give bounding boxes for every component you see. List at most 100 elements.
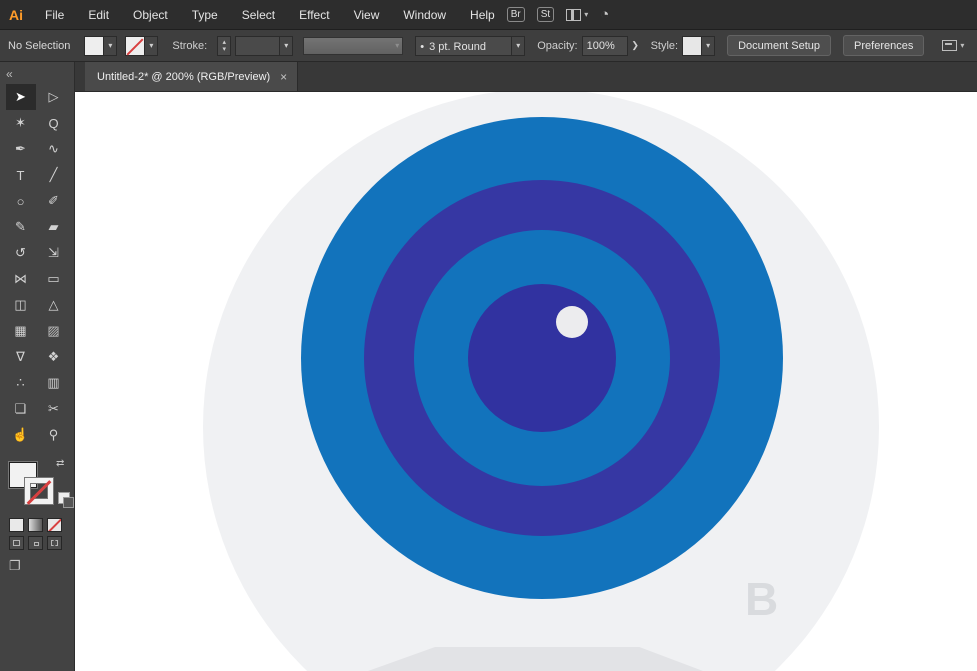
- collapse-panel-icon[interactable]: «: [0, 62, 74, 84]
- artboard-canvas[interactable]: B: [75, 92, 977, 671]
- document-tab-title: Untitled-2* @ 200% (RGB/Preview): [97, 70, 271, 83]
- opacity-label[interactable]: Opacity:: [537, 40, 577, 52]
- chevron-down-icon: ▾: [395, 41, 400, 50]
- menu-type[interactable]: Type: [180, 0, 230, 30]
- shape-builder-tool[interactable]: ◫: [6, 292, 36, 318]
- brush-dot-icon: •: [420, 40, 425, 53]
- stroke-label[interactable]: Stroke:: [172, 40, 207, 52]
- sync-status-icon[interactable]: ◔: [600, 6, 609, 23]
- ellipse-tool[interactable]: ○: [6, 188, 36, 214]
- opacity-input[interactable]: 100%: [581, 35, 628, 56]
- swap-fill-stroke-icon[interactable]: ⇄: [56, 458, 64, 469]
- panel-docking-control[interactable]: ▾: [942, 40, 964, 51]
- chevron-down-icon: ▾: [511, 36, 525, 55]
- document-tab[interactable]: Untitled-2* @ 200% (RGB/Preview) ×: [85, 62, 299, 91]
- selection-status: No Selection: [8, 39, 71, 52]
- line-segment-tool[interactable]: ╱: [39, 162, 69, 188]
- draw-behind-button[interactable]: [28, 536, 43, 550]
- paintbrush-tool[interactable]: ✐: [39, 188, 69, 214]
- gradient-tool[interactable]: ▨: [39, 318, 69, 344]
- draw-normal-button[interactable]: [9, 536, 24, 550]
- column-graph-tool[interactable]: ▥: [39, 370, 69, 396]
- workspace-layout-icon: [566, 8, 582, 21]
- document-setup-button[interactable]: Document Setup: [727, 35, 832, 56]
- graphic-style-select[interactable]: ▾: [682, 35, 716, 56]
- menu-object[interactable]: Object: [121, 0, 180, 30]
- width-tool[interactable]: ⋈: [6, 266, 36, 292]
- stroke-weight-stepper[interactable]: ▴ ▾: [217, 35, 232, 56]
- hand-tool[interactable]: ☝: [6, 422, 36, 448]
- symbol-sprayer-tool[interactable]: ∴: [6, 370, 36, 396]
- preferences-button[interactable]: Preferences: [843, 35, 925, 56]
- stock-icon[interactable]: St: [536, 7, 555, 22]
- brush-name: 3 pt. Round: [429, 40, 486, 53]
- chevron-down-icon: ▾: [960, 41, 965, 50]
- slice-tool[interactable]: ✂: [39, 396, 69, 422]
- rotate-tool[interactable]: ↺: [6, 240, 36, 266]
- lens-core-circle[interactable]: [468, 284, 616, 432]
- artboard-tool[interactable]: ❏: [6, 396, 36, 422]
- lasso-tool[interactable]: Q: [39, 110, 69, 136]
- document-tab-bar: Untitled-2* @ 200% (RGB/Preview) ×: [75, 62, 977, 92]
- chevron-down-icon: ▾: [701, 36, 715, 55]
- opacity-panel-arrow-icon[interactable]: ❯: [628, 36, 643, 56]
- tool-grid: ➤ ▷ ✶ Q ✒ ∿ T ╱ ○ ✐ ✎ ▰ ↺ ⇲ ⋈ ▭ ◫ △ ▦ ▨ ∇ ❖ ∴ ▥ ❏ ✂ ☝ ⚲: [0, 84, 74, 448]
- pen-tool[interactable]: ✒: [6, 136, 36, 162]
- menu-view[interactable]: View: [342, 0, 392, 30]
- style-label[interactable]: Style:: [651, 40, 679, 52]
- fill-stroke-indicator: ⇄: [8, 456, 74, 514]
- illustrator-logo[interactable]: Ai: [0, 7, 33, 23]
- watermark-text: B: [745, 573, 779, 625]
- free-transform-tool[interactable]: ▭: [39, 266, 69, 292]
- menu-bar: Ai File Edit Object Type Select Effect View Win…: [0, 0, 977, 30]
- menu-effect[interactable]: Effect: [287, 0, 341, 30]
- menu-help[interactable]: Help: [458, 0, 507, 30]
- docking-icon: [942, 40, 958, 51]
- control-bar: No Selection ▾ ▾ Stroke: ▴ ▾ ▾ ▾ • 3 pt.…: [0, 30, 977, 62]
- gradient-button[interactable]: [28, 518, 43, 532]
- menu-window[interactable]: Window: [391, 0, 458, 30]
- screen-mode-button[interactable]: ❐: [9, 558, 21, 574]
- selection-tool[interactable]: ➤: [5, 84, 36, 110]
- stepper-up-icon[interactable]: ▴: [222, 39, 226, 46]
- stroke-color-picker[interactable]: ▾: [125, 35, 159, 56]
- menu-file[interactable]: File: [33, 0, 76, 30]
- direct-selection-tool[interactable]: ▷: [39, 84, 69, 110]
- draw-inside-button[interactable]: [47, 536, 62, 550]
- chevron-down-icon: ▾: [103, 36, 117, 55]
- stroke-weight-select[interactable]: ▾: [235, 35, 294, 57]
- style-swatch: [683, 36, 702, 55]
- menu-edit[interactable]: Edit: [76, 0, 121, 30]
- tools-panel: « ➤ ▷ ✶ Q ✒ ∿ T ╱ ○ ✐ ✎ ▰ ↺ ⇲ ⋈ ▭ ◫ △ ▦ ▨ ∇ ❖ ∴ ▥ ❏ ✂ ☝ ⚲ ⇄ ❐: [0, 62, 75, 671]
- stepper-down-icon[interactable]: ▾: [222, 46, 226, 53]
- blend-tool[interactable]: ❖: [39, 344, 69, 370]
- lens-highlight-dot[interactable]: [556, 306, 588, 338]
- zoom-tool[interactable]: ⚲: [39, 422, 69, 448]
- screen-mode-row: ❐: [0, 550, 74, 575]
- magic-wand-tool[interactable]: ✶: [6, 110, 36, 136]
- fill-color-picker[interactable]: ▾: [84, 35, 118, 56]
- type-tool[interactable]: T: [6, 162, 36, 188]
- stroke-swatch[interactable]: [25, 478, 53, 504]
- eyedropper-tool[interactable]: ∇: [6, 344, 36, 370]
- chevron-down-icon: ▾: [279, 36, 293, 55]
- pencil-tool[interactable]: ✎: [6, 214, 36, 240]
- chevron-down-icon: ▾: [144, 36, 158, 55]
- workspace-switcher[interactable]: ▾: [566, 8, 588, 21]
- menu-select[interactable]: Select: [230, 0, 287, 30]
- menubar-right-icons: Br St ▾ ◔: [506, 6, 977, 23]
- color-button[interactable]: [9, 518, 24, 532]
- default-fill-stroke-icon[interactable]: [58, 492, 74, 508]
- curvature-tool[interactable]: ∿: [39, 136, 69, 162]
- none-button[interactable]: [47, 518, 62, 532]
- stroke-color-swatch: [126, 36, 145, 55]
- close-icon[interactable]: ×: [280, 70, 287, 84]
- mesh-tool[interactable]: ▦: [6, 318, 36, 344]
- perspective-grid-tool[interactable]: △: [39, 292, 69, 318]
- brush-definition-select[interactable]: • 3 pt. Round ▾: [415, 35, 526, 56]
- scale-tool[interactable]: ⇲: [39, 240, 69, 266]
- bridge-icon[interactable]: Br: [506, 7, 525, 22]
- width-profile-select: ▾: [303, 36, 404, 55]
- eraser-tool[interactable]: ▰: [39, 214, 69, 240]
- stroke-weight-value: [236, 37, 279, 57]
